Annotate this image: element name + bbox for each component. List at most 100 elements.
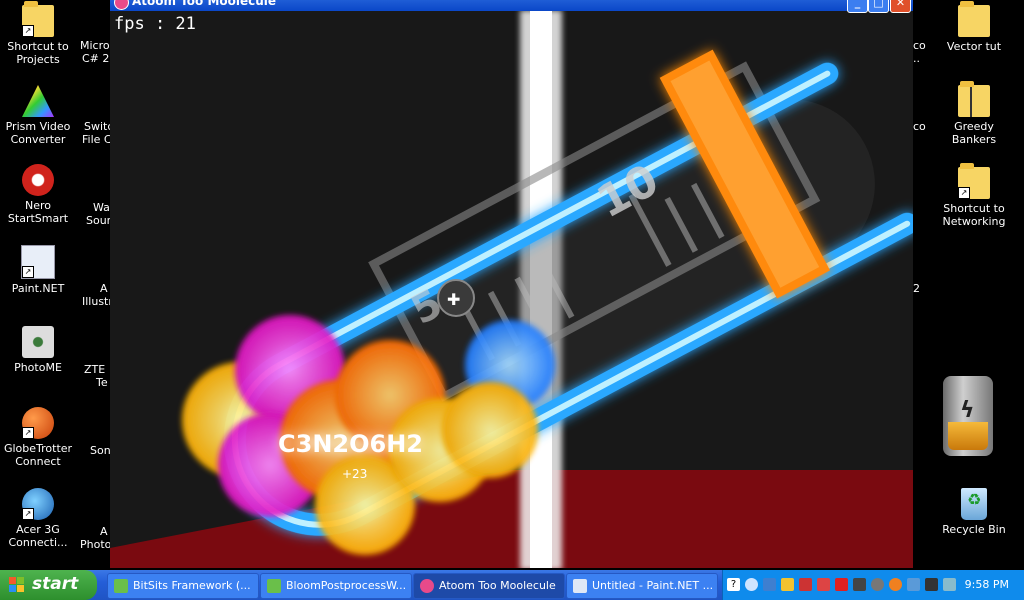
desktop-icon-prism-video[interactable]: Prism Video Converter: [1, 85, 75, 146]
monitor-icon[interactable]: [925, 578, 938, 591]
icon-label: Vector tut: [946, 40, 1002, 53]
update-icon[interactable]: [889, 578, 902, 591]
zip-folder-icon: [958, 81, 990, 117]
desktop-icon-shortcut-networking[interactable]: ↗ Shortcut to Networking: [937, 163, 1011, 228]
desktop-icon-shortcut-projects[interactable]: ↗ Shortcut to Projects: [1, 1, 75, 66]
windows-flag-icon: [9, 577, 25, 593]
game-canvas[interactable]: 10 5 ✚ C3N2O6H2 +23: [110, 0, 913, 568]
icon-label: Networking: [942, 215, 1006, 228]
icon-label: Acer 3G: [16, 523, 60, 536]
desktop-icon-globetrotter[interactable]: ↗ GlobeTrotter Connect: [1, 407, 75, 468]
eye-icon: [22, 326, 54, 358]
desktop-icon-photome[interactable]: PhotoME: [1, 326, 75, 374]
taskbar: start BitSits Framework (... BloomPostpr…: [0, 570, 1024, 600]
shield-icon[interactable]: [781, 578, 794, 591]
paintnet-icon: ↗: [21, 245, 55, 279]
icon-label: Projects: [16, 53, 60, 66]
icon-label: StartSmart: [7, 212, 69, 225]
chevron-left-icon[interactable]: [745, 578, 758, 591]
globe-icon: ↗: [22, 407, 54, 439]
icon-label: Shortcut to: [943, 202, 1005, 215]
task-label: Atoom Too Moolecule: [439, 579, 556, 592]
battery-gadget[interactable]: ϟ: [941, 376, 995, 456]
clipped-label: co: [913, 39, 926, 52]
task-label: BloomPostprocessW...: [286, 579, 407, 592]
clipped-label: Illustr: [82, 295, 113, 308]
help-icon[interactable]: ?: [727, 578, 740, 591]
desktop-icon-vector-tut[interactable]: Vector tut: [937, 1, 1011, 53]
clipped-label: Sour: [86, 214, 112, 227]
clipped-label: Te: [96, 376, 108, 389]
desktop-icon-recycle-bin[interactable]: ♻ Recycle Bin: [937, 488, 1011, 536]
shortcut-arrow-icon: ↗: [958, 187, 970, 199]
maximize-button[interactable]: □: [868, 0, 889, 13]
network-error-icon[interactable]: [817, 578, 830, 591]
shortcut-arrow-icon: ↗: [22, 25, 34, 37]
shortcut-arrow-icon: ↗: [22, 266, 34, 278]
taskbar-item-bloom[interactable]: BloomPostprocessW...: [260, 573, 412, 599]
desktop-icon-nero[interactable]: Nero StartSmart: [1, 164, 75, 225]
safely-remove-icon[interactable]: [943, 578, 956, 591]
paintnet-icon: [573, 579, 587, 593]
fps-counter: fps : 21: [114, 14, 196, 34]
clipped-label: Wa: [93, 201, 110, 214]
csharp-icon: [267, 579, 281, 593]
icon-label: PhotoME: [14, 361, 62, 374]
taskbar-item-bitsits[interactable]: BitSits Framework (...: [107, 573, 259, 599]
app-icon: [114, 0, 129, 10]
icon-label: Shortcut to: [7, 40, 69, 53]
clipped-label: File C: [82, 133, 112, 146]
window-title: Atoom Too Moolecule: [132, 0, 277, 8]
battery-icon: ϟ: [943, 376, 993, 456]
icon-label: GlobeTrotter: [3, 442, 73, 455]
shortcut-arrow-icon: ↗: [22, 427, 34, 439]
clipped-label: A: [100, 525, 108, 538]
desktop-icon-greedy-bankers[interactable]: Greedy Bankers: [937, 81, 1011, 146]
icon-label: Recycle Bin: [942, 523, 1006, 536]
game-window[interactable]: 10 5 ✚ C3N2O6H2 +23 Atoom Too Moolecule …: [110, 0, 913, 568]
task-label: BitSits Framework (...: [133, 579, 251, 592]
clipped-label: Photo: [80, 538, 112, 551]
icon-label: Converter: [10, 133, 66, 146]
minimize-button[interactable]: _: [847, 0, 868, 13]
taskbar-item-atoom[interactable]: Atoom Too Moolecule: [413, 573, 565, 599]
bonus-score: +23: [342, 467, 367, 481]
shortcut-arrow-icon: ↗: [22, 508, 34, 520]
clipped-label: A: [100, 282, 108, 295]
folder-icon: ↗: [22, 1, 54, 37]
taskbar-item-paintnet[interactable]: Untitled - Paint.NET ...: [566, 573, 718, 599]
clipped-label: 2: [913, 282, 920, 295]
desktop-icon-paintnet[interactable]: ↗ Paint.NET: [1, 245, 75, 295]
clipped-label: co: [913, 120, 926, 133]
icon-label: Prism Video: [5, 120, 71, 133]
start-button[interactable]: start: [0, 570, 97, 600]
icon-label: Greedy: [954, 120, 994, 133]
acer-icon: ↗: [22, 488, 54, 520]
csharp-icon: [114, 579, 128, 593]
nero-icon: [22, 164, 54, 196]
close-button[interactable]: ✕: [890, 0, 911, 13]
icon-label: Bankers: [951, 133, 997, 146]
molecule-formula: C3N2O6H2: [278, 430, 423, 458]
antivirus-icon[interactable]: [835, 578, 848, 591]
network-warning-icon[interactable]: [799, 578, 812, 591]
folder-icon: ↗: [958, 163, 990, 199]
clipped-label: Switc: [84, 120, 114, 133]
icon-label: Nero: [24, 199, 51, 212]
prism-icon: [22, 85, 54, 117]
atoom-icon: [420, 579, 434, 593]
window-titlebar[interactable]: Atoom Too Moolecule _ □ ✕: [110, 0, 913, 13]
network-icon[interactable]: [763, 578, 776, 591]
app-tray-icon[interactable]: [853, 578, 866, 591]
desktop-icon-acer-3g[interactable]: ↗ Acer 3G Connecti...: [1, 488, 75, 549]
icon-label: Connecti...: [8, 536, 68, 549]
clock[interactable]: 9:58 PM: [965, 578, 1009, 591]
icon-label: Connect: [15, 455, 61, 468]
start-label: start: [32, 574, 79, 594]
display-icon[interactable]: [907, 578, 920, 591]
clipped-label: Son: [90, 444, 111, 457]
clipped-label: ZTE: [84, 363, 106, 376]
task-label: Untitled - Paint.NET ...: [592, 579, 714, 592]
speaker-icon[interactable]: [871, 578, 884, 591]
folder-icon: [958, 1, 990, 37]
